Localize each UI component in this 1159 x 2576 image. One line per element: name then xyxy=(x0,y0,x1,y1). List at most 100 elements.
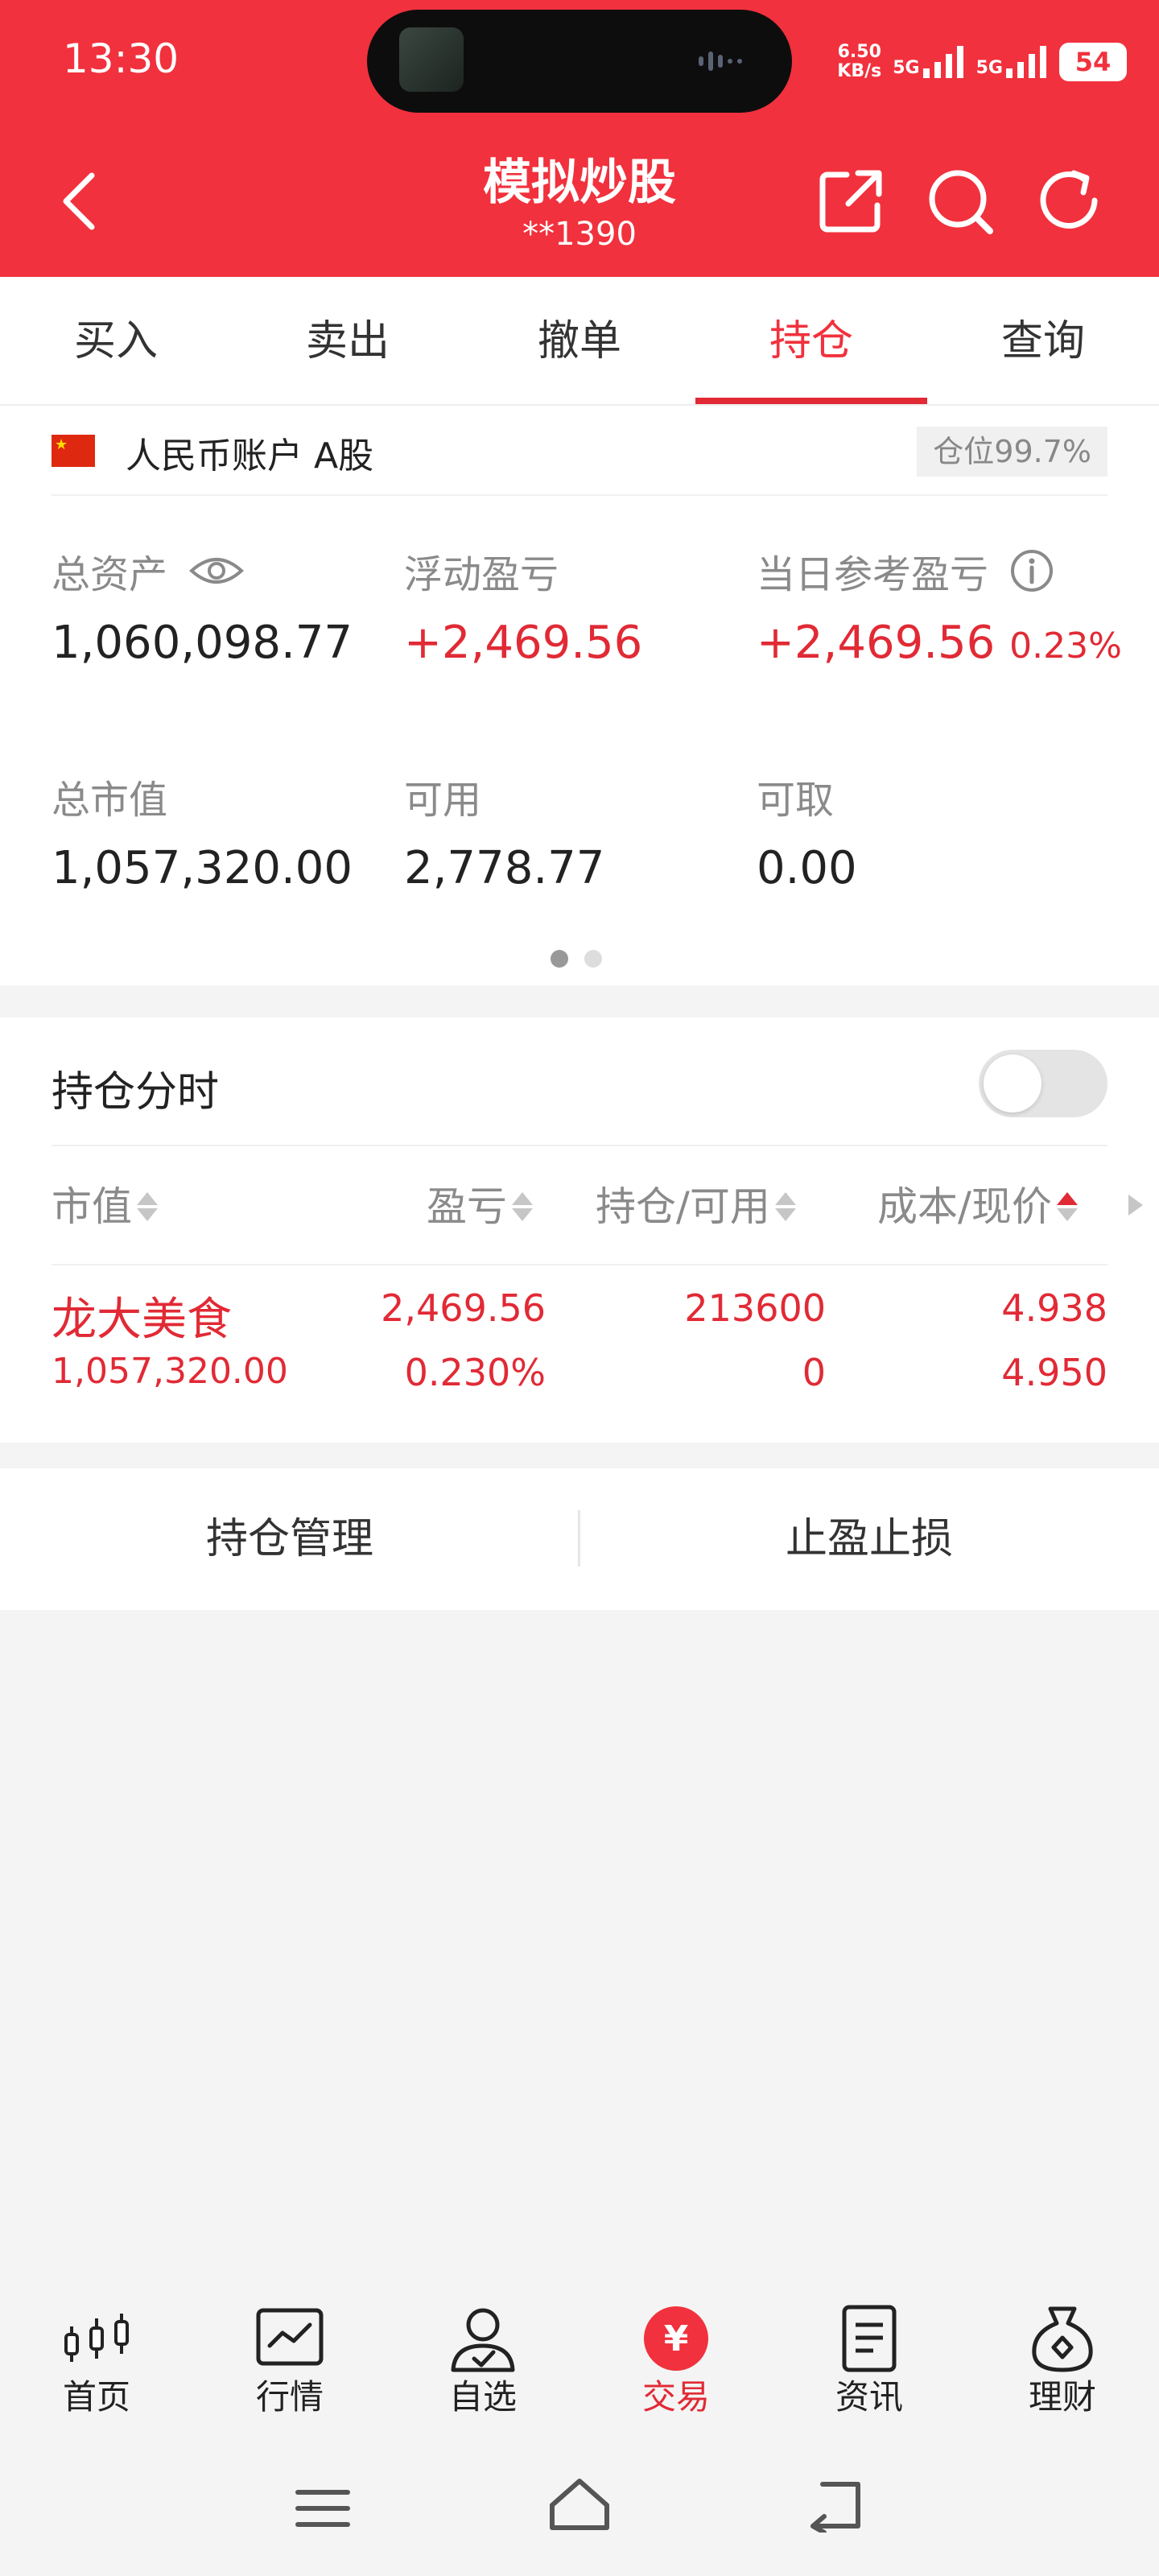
stock-available: 0 xyxy=(802,1351,826,1394)
signal-1-label: 5G xyxy=(893,58,920,78)
search-icon[interactable] xyxy=(924,165,996,237)
col-pl[interactable]: 盈亏 xyxy=(427,1146,533,1267)
eye-icon[interactable] xyxy=(188,553,245,588)
share-icon[interactable] xyxy=(815,165,887,237)
signal-bars-icon xyxy=(922,46,963,78)
col-market-value[interactable]: 市值 xyxy=(52,1146,158,1267)
day-pl-label: 当日参考盈亏 xyxy=(757,552,989,597)
stock-price: 4.950 xyxy=(1001,1351,1107,1394)
holdings-section: 持仓分时 市值 盈亏 持仓/可用 成本/现价 龙大美食 1,057,320.00… xyxy=(0,1018,1159,1443)
signal-bars-icon xyxy=(1006,46,1046,78)
net-speed-value: 6.50 xyxy=(837,42,881,62)
svg-text:¥: ¥ xyxy=(664,2318,689,2359)
nav-trade[interactable]: ¥ 交易 xyxy=(580,2283,773,2436)
page-dot-active xyxy=(551,950,568,968)
signal-2: 5G xyxy=(976,46,1048,78)
candlestick-icon xyxy=(64,2314,129,2362)
bottom-nav: 首页 行情 自选 ¥ 交易 资讯 理财 xyxy=(0,2283,1159,2436)
total-assets-label: 总资产 xyxy=(52,552,168,597)
stop-profit-loss-button[interactable]: 止盈止损 xyxy=(580,1468,1159,1610)
nav-trade-label: 交易 xyxy=(641,2377,710,2417)
app-screen: 13:30 6.50 KB/s 5G 5G 54 模拟炒股 **1390 买入 … xyxy=(0,0,1159,2576)
day-pl-value-row: +2,469.56 0.23% xyxy=(757,617,1122,669)
account-row: ★ 人民币账户 A股 仓位99.7% xyxy=(52,406,1107,496)
float-pl-value: +2,469.56 xyxy=(404,617,643,669)
stock-pl: 2,469.56 xyxy=(381,1286,546,1330)
stock-cost: 4.938 xyxy=(1001,1286,1107,1330)
day-pl: 当日参考盈亏 +2,469.56 0.23% xyxy=(757,543,1122,669)
nav-home[interactable]: 首页 xyxy=(0,2283,193,2436)
stock-pl-percent: 0.230% xyxy=(404,1351,546,1394)
stock-market-value: 1,057,320.00 xyxy=(52,1351,288,1392)
total-assets: 总资产 1,060,098.77 xyxy=(52,543,353,669)
nav-market[interactable]: 行情 xyxy=(193,2283,386,2436)
market-value-label: 总市值 xyxy=(52,778,168,823)
total-assets-value: 1,060,098.77 xyxy=(52,617,353,669)
news-icon xyxy=(842,2305,897,2372)
scroll-right-icon[interactable] xyxy=(1127,1193,1145,1217)
tab-cancel[interactable]: 撤单 xyxy=(464,277,695,404)
back-nav-icon[interactable] xyxy=(806,2479,866,2533)
sort-icon xyxy=(1056,1192,1078,1221)
tab-holdings[interactable]: 持仓 xyxy=(695,277,927,404)
chart-icon xyxy=(256,2308,324,2366)
menu-icon[interactable] xyxy=(295,2486,351,2531)
user-check-icon xyxy=(451,2308,515,2372)
home-icon[interactable] xyxy=(547,2476,612,2533)
header-divider xyxy=(52,1264,1107,1265)
available-funds: 可用 2,778.77 xyxy=(404,768,604,894)
withdrawable-funds: 可取 0.00 xyxy=(757,768,857,894)
position-actions: 持仓管理 止盈止损 xyxy=(0,1468,1159,1610)
money-bag-icon xyxy=(1032,2306,1093,2372)
available-value: 2,778.77 xyxy=(404,842,605,894)
timeshare-label: 持仓分时 xyxy=(52,1068,220,1117)
toggle-knob xyxy=(984,1055,1041,1113)
audio-wave-icon xyxy=(699,52,742,71)
net-speed-unit: KB/s xyxy=(837,61,882,81)
tab-query[interactable]: 查询 xyxy=(927,277,1159,404)
col-market-value-label: 市值 xyxy=(52,1183,132,1230)
info-icon[interactable] xyxy=(1009,548,1054,593)
tab-sell[interactable]: 卖出 xyxy=(232,277,464,404)
timeshare-toggle[interactable] xyxy=(979,1050,1107,1117)
day-pl-percent: 0.23% xyxy=(1009,625,1122,667)
nav-wealth-label: 理财 xyxy=(1028,2377,1096,2417)
nav-news[interactable]: 资讯 xyxy=(773,2283,966,2436)
signal-2-label: 5G xyxy=(975,58,1003,78)
col-cost-price-label: 成本/现价 xyxy=(877,1183,1052,1230)
market-value: 总市值 1,057,320.00 xyxy=(52,768,353,894)
china-flag-icon: ★ xyxy=(52,435,95,467)
account-summary: ★ 人民币账户 A股 仓位99.7% 总资产 1,060,098.77 浮动盈亏… xyxy=(0,406,1159,985)
battery-indicator: 54 xyxy=(1059,43,1127,81)
page-dot xyxy=(584,950,602,968)
day-pl-value: +2,469.56 xyxy=(757,617,996,669)
stock-name: 龙大美食 xyxy=(52,1294,232,1346)
market-value-value: 1,057,320.00 xyxy=(52,842,353,894)
manage-position-button[interactable]: 持仓管理 xyxy=(0,1468,580,1610)
account-name: 人民币账户 A股 xyxy=(126,436,374,477)
withdrawable-label: 可取 xyxy=(757,778,835,823)
yuan-icon: ¥ xyxy=(644,2306,708,2371)
timeshare-row: 持仓分时 xyxy=(52,1018,1107,1146)
tab-buy[interactable]: 买入 xyxy=(0,277,232,404)
sort-icon xyxy=(137,1192,158,1221)
col-cost-price[interactable]: 成本/现价 xyxy=(877,1146,1078,1267)
refresh-icon[interactable] xyxy=(1033,165,1106,237)
withdrawable-value: 0.00 xyxy=(757,842,857,894)
position-ratio-badge: 仓位99.7% xyxy=(917,427,1107,477)
sort-icon xyxy=(774,1192,796,1221)
system-nav-bar xyxy=(0,2463,1159,2552)
net-speed: 6.50 KB/s xyxy=(837,43,881,81)
col-position[interactable]: 持仓/可用 xyxy=(596,1146,796,1267)
signal-1: 5G xyxy=(893,46,964,78)
sort-icon xyxy=(512,1192,533,1221)
nav-market-label: 行情 xyxy=(255,2377,324,2417)
nav-wealth[interactable]: 理财 xyxy=(966,2283,1159,2436)
col-position-label: 持仓/可用 xyxy=(596,1183,770,1230)
header: 13:30 6.50 KB/s 5G 5G 54 模拟炒股 **1390 xyxy=(0,0,1159,277)
available-label: 可用 xyxy=(404,778,482,823)
dynamic-island xyxy=(367,10,792,113)
page-indicator xyxy=(551,950,602,968)
nav-watchlist[interactable]: 自选 xyxy=(386,2283,580,2436)
col-pl-label: 盈亏 xyxy=(427,1183,507,1230)
